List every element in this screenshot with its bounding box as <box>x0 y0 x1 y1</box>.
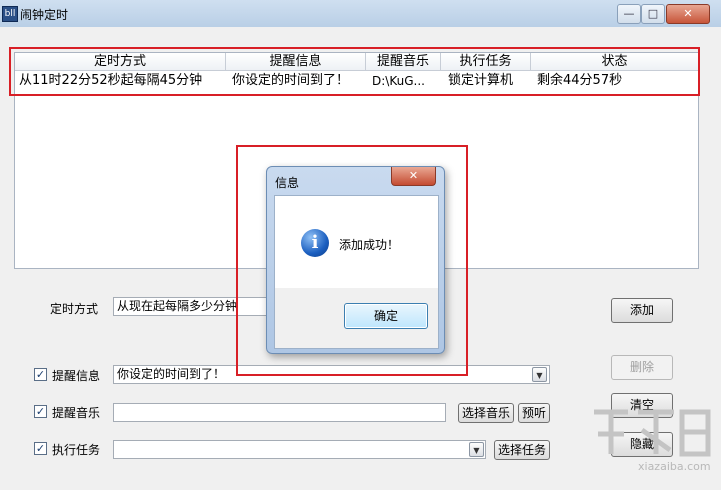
add-button[interactable]: 添加 <box>611 298 673 323</box>
title-bar: bll 闹钟定时 — □ ✕ <box>0 0 721 28</box>
select-task-button[interactable]: 选择任务 <box>494 440 550 460</box>
preview-music-button[interactable]: 预听 <box>518 403 550 423</box>
music-label: 提醒音乐 <box>52 406 101 420</box>
message-label: 提醒信息 <box>52 369 101 383</box>
window-title: 闹钟定时 <box>20 8 69 22</box>
task-dropdown-icon[interactable]: ▼ <box>469 442 484 457</box>
task-checkbox[interactable]: ✓ <box>34 442 47 455</box>
mode-label: 定时方式 <box>50 302 99 316</box>
message-checkbox[interactable]: ✓ <box>34 368 47 381</box>
delete-button[interactable]: 删除 <box>611 355 673 380</box>
highlight-box-list <box>9 47 700 96</box>
watermark-text: xiazaiba.com <box>638 460 711 473</box>
maximize-button[interactable]: □ <box>641 4 665 24</box>
task-combo[interactable] <box>113 440 486 459</box>
app-icon: bll <box>2 6 18 22</box>
close-button[interactable]: ✕ <box>666 4 710 24</box>
watermark-logo: xiazaiba.com <box>588 404 713 484</box>
music-checkbox[interactable]: ✓ <box>34 405 47 418</box>
task-label: 执行任务 <box>52 443 101 457</box>
watermark-download-icon <box>594 409 711 457</box>
music-path-input[interactable] <box>113 403 446 422</box>
highlight-box-dialog <box>236 145 468 376</box>
select-music-button[interactable]: 选择音乐 <box>458 403 514 423</box>
message-dropdown-icon[interactable]: ▼ <box>532 367 547 382</box>
minimize-button[interactable]: — <box>617 4 641 24</box>
